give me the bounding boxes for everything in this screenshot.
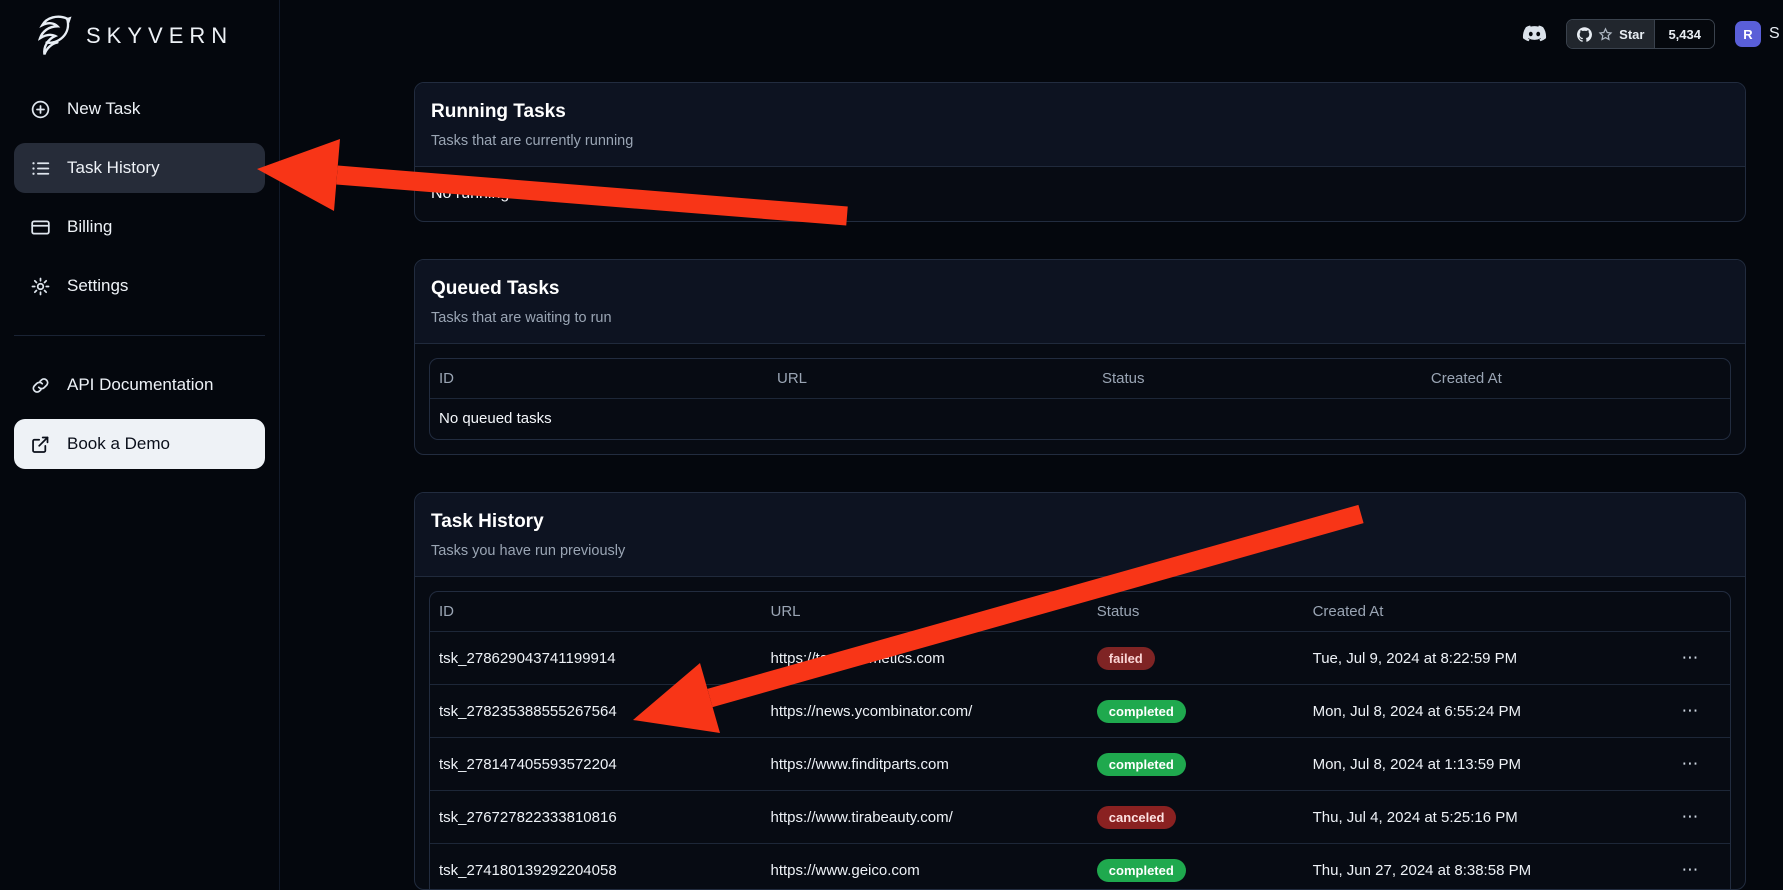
book-a-demo-button[interactable]: Book a Demo xyxy=(14,419,265,469)
task-url-cell: https://tartecosmetics.com xyxy=(762,632,1088,685)
user-label: S xyxy=(1769,25,1783,43)
queued-tasks-header: Queued Tasks Tasks that are waiting to r… xyxy=(415,260,1745,344)
sidebar-item-settings[interactable]: Settings xyxy=(14,261,265,311)
list-icon xyxy=(30,158,51,179)
column-header-id: ID xyxy=(430,592,762,632)
sidebar-item-label: Billing xyxy=(67,217,112,237)
column-header-status: Status xyxy=(1093,359,1422,399)
table-row[interactable]: tsk_278147405593572204 https://www.findi… xyxy=(430,738,1730,791)
task-status-cell: completed xyxy=(1088,738,1304,791)
task-url-cell: https://www.finditparts.com xyxy=(762,738,1088,791)
task-history-card: Task History Tasks you have run previous… xyxy=(414,492,1746,890)
status-badge: completed xyxy=(1097,753,1186,776)
task-url-cell: https://www.tirabeauty.com/ xyxy=(762,791,1088,844)
table-row[interactable]: tsk_278629043741199914 https://tartecosm… xyxy=(430,632,1730,685)
sidebar-item-label: New Task xyxy=(67,99,140,119)
sidebar-item-label: API Documentation xyxy=(67,375,213,395)
task-created-cell: Mon, Jul 8, 2024 at 1:13:59 PM xyxy=(1304,738,1652,791)
task-status-cell: completed xyxy=(1088,844,1304,890)
row-menu-button[interactable]: ⋯ xyxy=(1681,860,1700,880)
running-tasks-card: Running Tasks Tasks that are currently r… xyxy=(414,82,1746,222)
link-icon xyxy=(30,375,51,396)
row-menu-button[interactable]: ⋯ xyxy=(1681,807,1700,827)
card-subtitle: Tasks you have run previously xyxy=(431,543,1729,559)
task-history-table: ID URL Status Created At tsk_27862904374… xyxy=(429,591,1731,890)
running-tasks-empty: No running tasks xyxy=(415,167,1745,221)
column-header-created: Created At xyxy=(1422,359,1730,399)
card-subtitle: Tasks that are waiting to run xyxy=(431,310,1729,326)
status-badge: canceled xyxy=(1097,806,1177,829)
task-status-cell: completed xyxy=(1088,685,1304,738)
column-header-actions xyxy=(1652,592,1730,632)
app-name: SKYVERN xyxy=(86,23,233,49)
task-id-cell: tsk_278629043741199914 xyxy=(430,632,762,685)
column-header-url: URL xyxy=(768,359,1093,399)
sidebar-item-api-documentation[interactable]: API Documentation xyxy=(14,360,265,410)
card-title: Queued Tasks xyxy=(431,278,1729,300)
main-content: Running Tasks Tasks that are currently r… xyxy=(414,0,1746,890)
row-menu-button[interactable]: ⋯ xyxy=(1681,648,1700,668)
sidebar-item-billing[interactable]: Billing xyxy=(14,202,265,252)
queued-tasks-card: Queued Tasks Tasks that are waiting to r… xyxy=(414,259,1746,455)
task-id-cell: tsk_274180139292204058 xyxy=(430,844,762,890)
task-created-cell: Thu, Jun 27, 2024 at 8:38:58 PM xyxy=(1304,844,1652,890)
running-tasks-header: Running Tasks Tasks that are currently r… xyxy=(415,83,1745,167)
column-header-created: Created At xyxy=(1304,592,1652,632)
sidebar-item-task-history[interactable]: Task History xyxy=(14,143,265,193)
task-history-header: Task History Tasks you have run previous… xyxy=(415,493,1745,577)
sidebar-item-new-task[interactable]: New Task xyxy=(14,84,265,134)
table-row[interactable]: tsk_276727822333810816 https://www.tirab… xyxy=(430,791,1730,844)
task-url-cell: https://news.ycombinator.com/ xyxy=(762,685,1088,738)
status-badge: completed xyxy=(1097,700,1186,723)
task-status-cell: canceled xyxy=(1088,791,1304,844)
column-header-url: URL xyxy=(762,592,1088,632)
plus-circle-icon xyxy=(30,99,51,120)
column-header-status: Status xyxy=(1088,592,1304,632)
sidebar-item-label: Settings xyxy=(67,276,128,296)
card-subtitle: Tasks that are currently running xyxy=(431,133,1729,149)
sidebar-item-label: Book a Demo xyxy=(67,434,170,454)
table-row[interactable]: tsk_274180139292204058 https://www.geico… xyxy=(430,844,1730,890)
sidebar: SKYVERN New Task Task History Billing Se… xyxy=(0,0,280,890)
table-row: No queued tasks xyxy=(430,399,1730,439)
external-link-icon xyxy=(30,434,51,455)
card-title: Running Tasks xyxy=(431,101,1729,123)
status-badge: failed xyxy=(1097,647,1155,670)
task-id-cell: tsk_276727822333810816 xyxy=(430,791,762,844)
sidebar-divider xyxy=(14,335,265,336)
queued-tasks-table: ID URL Status Created At No queued tasks xyxy=(429,358,1731,440)
task-id-cell: tsk_278235388555267564 xyxy=(430,685,762,738)
credit-card-icon xyxy=(30,217,51,238)
table-row[interactable]: tsk_278235388555267564 https://news.ycom… xyxy=(430,685,1730,738)
row-menu-button[interactable]: ⋯ xyxy=(1681,754,1700,774)
queued-tasks-empty: No queued tasks xyxy=(430,399,1730,439)
card-title: Task History xyxy=(431,511,1729,533)
task-url-cell: https://www.geico.com xyxy=(762,844,1088,890)
task-created-cell: Mon, Jul 8, 2024 at 6:55:24 PM xyxy=(1304,685,1652,738)
sidebar-nav: New Task Task History Billing Settings A… xyxy=(0,84,279,469)
row-menu-button[interactable]: ⋯ xyxy=(1681,701,1700,721)
task-status-cell: failed xyxy=(1088,632,1304,685)
task-created-cell: Tue, Jul 9, 2024 at 8:22:59 PM xyxy=(1304,632,1652,685)
sidebar-item-label: Task History xyxy=(67,158,160,178)
task-id-cell: tsk_278147405593572204 xyxy=(430,738,762,791)
gear-icon xyxy=(30,276,51,297)
status-badge: completed xyxy=(1097,859,1186,882)
task-created-cell: Thu, Jul 4, 2024 at 5:25:16 PM xyxy=(1304,791,1652,844)
skyvern-dragon-icon xyxy=(26,10,78,62)
column-header-id: ID xyxy=(430,359,768,399)
app-logo: SKYVERN xyxy=(0,0,279,62)
